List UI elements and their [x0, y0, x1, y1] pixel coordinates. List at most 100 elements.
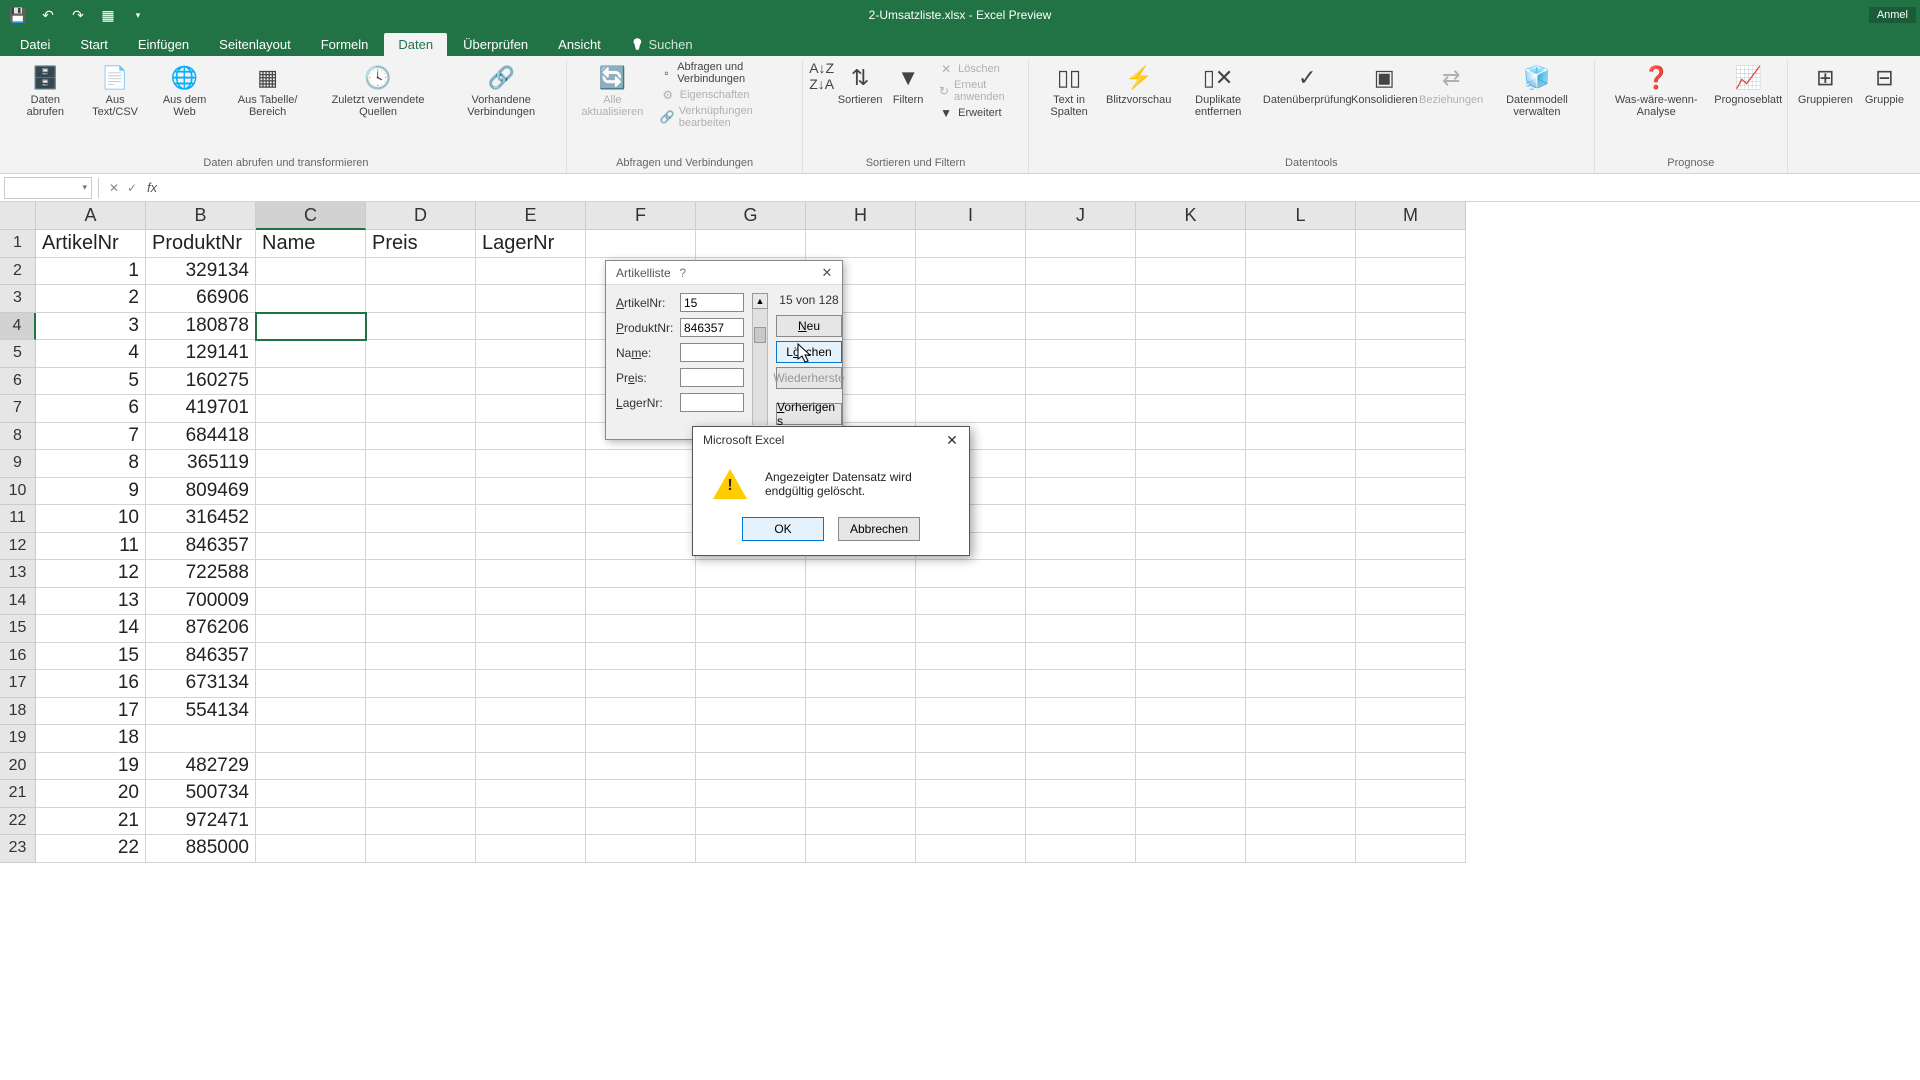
- reapply-button[interactable]: ↻Erneut anwenden: [934, 78, 1022, 104]
- cell-D12[interactable]: [366, 533, 476, 561]
- cell-F9[interactable]: [586, 450, 696, 478]
- cell-L11[interactable]: [1246, 505, 1356, 533]
- cell-J23[interactable]: [1026, 835, 1136, 863]
- get-data-button[interactable]: 🗄️Daten abrufen: [12, 60, 79, 120]
- column-header-I[interactable]: I: [916, 202, 1026, 230]
- row-header-22[interactable]: 22: [0, 808, 36, 836]
- row-header-4[interactable]: 4: [0, 313, 36, 341]
- cell-H14[interactable]: [806, 588, 916, 616]
- cell-G17[interactable]: [696, 670, 806, 698]
- cell-G21[interactable]: [696, 780, 806, 808]
- relationships-button[interactable]: ⇄Beziehungen: [1420, 60, 1482, 108]
- cell-M18[interactable]: [1356, 698, 1466, 726]
- cell-B8[interactable]: 684418: [146, 423, 256, 451]
- cell-C21[interactable]: [256, 780, 366, 808]
- cell-D21[interactable]: [366, 780, 476, 808]
- cell-A2[interactable]: 1: [36, 258, 146, 286]
- cell-D17[interactable]: [366, 670, 476, 698]
- cell-I19[interactable]: [916, 725, 1026, 753]
- cell-D16[interactable]: [366, 643, 476, 671]
- undo-icon[interactable]: ↶: [38, 5, 58, 25]
- cell-F17[interactable]: [586, 670, 696, 698]
- column-header-G[interactable]: G: [696, 202, 806, 230]
- row-header-20[interactable]: 20: [0, 753, 36, 781]
- cell-K2[interactable]: [1136, 258, 1246, 286]
- cell-L12[interactable]: [1246, 533, 1356, 561]
- select-all-corner[interactable]: [0, 202, 36, 230]
- cell-E11[interactable]: [476, 505, 586, 533]
- cell-E3[interactable]: [476, 285, 586, 313]
- cell-L17[interactable]: [1246, 670, 1356, 698]
- cell-D10[interactable]: [366, 478, 476, 506]
- cell-G20[interactable]: [696, 753, 806, 781]
- row-header-6[interactable]: 6: [0, 368, 36, 396]
- cell-L21[interactable]: [1246, 780, 1356, 808]
- cell-A17[interactable]: 16: [36, 670, 146, 698]
- cell-G15[interactable]: [696, 615, 806, 643]
- existing-connections-button[interactable]: 🔗Vorhandene Verbindungen: [442, 60, 560, 120]
- column-header-E[interactable]: E: [476, 202, 586, 230]
- column-header-A[interactable]: A: [36, 202, 146, 230]
- cell-C18[interactable]: [256, 698, 366, 726]
- cell-I22[interactable]: [916, 808, 1026, 836]
- cell-A22[interactable]: 21: [36, 808, 146, 836]
- cell-B5[interactable]: 129141: [146, 340, 256, 368]
- cell-E15[interactable]: [476, 615, 586, 643]
- row-header-19[interactable]: 19: [0, 725, 36, 753]
- cell-A13[interactable]: 12: [36, 560, 146, 588]
- tab-datei[interactable]: Datei: [6, 33, 64, 56]
- cell-E13[interactable]: [476, 560, 586, 588]
- signin-button[interactable]: Anmel: [1869, 7, 1916, 23]
- cell-I15[interactable]: [916, 615, 1026, 643]
- ok-button[interactable]: OK: [742, 517, 824, 541]
- cell-C8[interactable]: [256, 423, 366, 451]
- cell-K4[interactable]: [1136, 313, 1246, 341]
- cell-G19[interactable]: [696, 725, 806, 753]
- cell-E21[interactable]: [476, 780, 586, 808]
- cell-C14[interactable]: [256, 588, 366, 616]
- cell-D6[interactable]: [366, 368, 476, 396]
- cell-D23[interactable]: [366, 835, 476, 863]
- cell-G16[interactable]: [696, 643, 806, 671]
- row-header-3[interactable]: 3: [0, 285, 36, 313]
- cell-A10[interactable]: 9: [36, 478, 146, 506]
- cell-H20[interactable]: [806, 753, 916, 781]
- tab-ueberpruefen[interactable]: Überprüfen: [449, 33, 542, 56]
- filter-button[interactable]: ▼Filtern: [886, 60, 930, 108]
- cell-F13[interactable]: [586, 560, 696, 588]
- close-icon[interactable]: ✕: [935, 427, 969, 453]
- cell-M23[interactable]: [1356, 835, 1466, 863]
- cell-D1[interactable]: Preis: [366, 230, 476, 258]
- cell-L15[interactable]: [1246, 615, 1356, 643]
- cell-J1[interactable]: [1026, 230, 1136, 258]
- cell-F15[interactable]: [586, 615, 696, 643]
- cell-F21[interactable]: [586, 780, 696, 808]
- qat-icon[interactable]: ▦: [98, 5, 118, 25]
- lagernr-input[interactable]: [680, 393, 744, 412]
- produktnr-input[interactable]: [680, 318, 744, 337]
- row-header-5[interactable]: 5: [0, 340, 36, 368]
- new-button[interactable]: Neu: [776, 315, 842, 337]
- cell-A21[interactable]: 20: [36, 780, 146, 808]
- cell-L22[interactable]: [1246, 808, 1356, 836]
- cell-C3[interactable]: [256, 285, 366, 313]
- cell-K1[interactable]: [1136, 230, 1246, 258]
- cell-G1[interactable]: [696, 230, 806, 258]
- cell-D5[interactable]: [366, 340, 476, 368]
- cell-K16[interactable]: [1136, 643, 1246, 671]
- cell-C20[interactable]: [256, 753, 366, 781]
- cell-G18[interactable]: [696, 698, 806, 726]
- tab-ansicht[interactable]: Ansicht: [544, 33, 615, 56]
- cell-B14[interactable]: 700009: [146, 588, 256, 616]
- cell-K5[interactable]: [1136, 340, 1246, 368]
- cell-H18[interactable]: [806, 698, 916, 726]
- cell-I16[interactable]: [916, 643, 1026, 671]
- cell-E18[interactable]: [476, 698, 586, 726]
- cell-E14[interactable]: [476, 588, 586, 616]
- tab-einfuegen[interactable]: Einfügen: [124, 33, 203, 56]
- cell-D4[interactable]: [366, 313, 476, 341]
- column-header-L[interactable]: L: [1246, 202, 1356, 230]
- cell-B4[interactable]: 180878: [146, 313, 256, 341]
- cell-M21[interactable]: [1356, 780, 1466, 808]
- cell-A1[interactable]: ArtikelNr: [36, 230, 146, 258]
